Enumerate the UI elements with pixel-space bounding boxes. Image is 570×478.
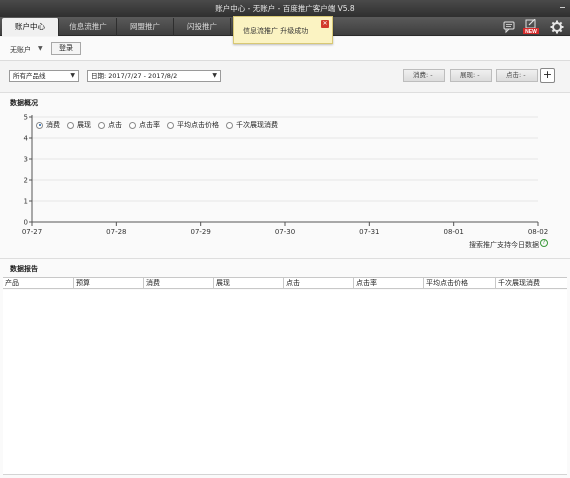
column-header-clicks[interactable]: 点击	[283, 278, 353, 289]
chevron-down-icon: ▼	[70, 72, 75, 79]
report-table-body	[3, 290, 567, 475]
login-button[interactable]: 登录	[51, 42, 81, 55]
radio-icon[interactable]	[67, 121, 74, 129]
radio-icon[interactable]	[129, 121, 136, 129]
column-header-cpm[interactable]: 千次展现消费	[495, 278, 567, 289]
radio-icon[interactable]	[98, 121, 105, 129]
window-title: 账户中心 - 无账户 - 百度推广客户端 V5.8	[215, 4, 355, 13]
column-header-budget[interactable]: 预算	[73, 278, 143, 289]
x-tick-label: 07-29	[190, 228, 210, 236]
column-header-product[interactable]: 产品	[3, 278, 73, 289]
title-bar: 账户中心 - 无账户 - 百度推广客户端 V5.8	[0, 0, 570, 17]
message-icon[interactable]	[501, 19, 517, 34]
radio-icon[interactable]	[167, 121, 174, 129]
column-header-avg-cpc[interactable]: 平均点击价格	[423, 278, 495, 289]
x-tick-label: 08-01	[443, 228, 463, 236]
legend-item-cost[interactable]: 消费	[36, 120, 60, 130]
legend-label: 千次展现消费	[236, 121, 278, 129]
tab-flash-promotion[interactable]: 闪投推广	[174, 18, 231, 36]
y-tick-label: 5	[24, 114, 28, 122]
chevron-down-icon: ▼	[212, 72, 217, 79]
metric-cost-button[interactable]: 消费: -	[403, 69, 445, 82]
x-tick-label: 07-27	[22, 228, 42, 236]
window-controls	[559, 2, 566, 9]
legend-item-impressions[interactable]: 展现	[67, 120, 91, 130]
x-tick-label: 07-28	[106, 228, 126, 236]
legend-label: 点击率	[139, 121, 160, 129]
metric-impressions-button[interactable]: 展现: -	[450, 69, 492, 82]
account-selector[interactable]: 无账户	[10, 45, 31, 55]
chevron-down-icon[interactable]: ▼	[38, 45, 43, 52]
today-data-note: 搜索推广支持今日数据	[469, 241, 539, 249]
legend-label: 点击	[108, 121, 122, 129]
x-tick-label: 08-02	[528, 228, 548, 236]
gear-icon[interactable]	[549, 19, 565, 34]
legend-label: 消费	[46, 121, 60, 129]
metric-clicks-button[interactable]: 点击: -	[496, 69, 538, 82]
filter-bar: 所有产品线 ▼ 日期: 2017/7/27 - 2017/8/2 ▼ 消费: -…	[0, 62, 570, 90]
column-header-impressions[interactable]: 展现	[213, 278, 283, 289]
product-line-select[interactable]: 所有产品线 ▼	[9, 70, 79, 82]
legend-label: 平均点击价格	[177, 121, 219, 129]
minimize-icon[interactable]	[559, 2, 566, 9]
y-tick-label: 4	[24, 135, 29, 143]
radio-icon[interactable]	[226, 121, 233, 129]
product-line-value: 所有产品线	[13, 72, 46, 80]
y-tick-label: 0	[24, 219, 28, 227]
column-header-cost[interactable]: 消费	[143, 278, 213, 289]
y-tick-label: 3	[24, 156, 28, 164]
notification-toast: 信息流推广 升级成功 ✕	[233, 16, 333, 44]
legend-item-clicks[interactable]: 点击	[98, 120, 122, 130]
chart-legend: 消费 展现 点击 点击率 平均点击价格 千次展现消费	[36, 120, 278, 130]
x-tick-label: 07-30	[275, 228, 295, 236]
legend-item-cpm[interactable]: 千次展现消费	[226, 120, 278, 130]
report-table-header: 产品 预算 消费 展现 点击 点击率 平均点击价格 千次展现消费	[3, 277, 567, 289]
x-tick-label: 07-31	[359, 228, 379, 236]
svg-text:NEW: NEW	[525, 29, 537, 34]
tab-network-promotion[interactable]: 网盟推广	[117, 18, 174, 36]
new-feature-icon[interactable]: NEW	[523, 19, 539, 34]
add-metric-button[interactable]: +	[540, 68, 555, 83]
y-tick-label: 1	[24, 198, 28, 206]
column-header-ctr[interactable]: 点击率	[353, 278, 423, 289]
close-icon[interactable]: ✕	[321, 20, 329, 28]
y-tick-label: 2	[24, 177, 28, 185]
tab-feed-promotion[interactable]: 信息流推广	[60, 18, 117, 36]
date-range-value: 日期: 2017/7/27 - 2017/8/2	[91, 72, 178, 80]
date-range-select[interactable]: 日期: 2017/7/27 - 2017/8/2 ▼	[87, 70, 221, 82]
legend-item-ctr[interactable]: 点击率	[129, 120, 160, 130]
toast-message: 信息流推广 升级成功	[243, 27, 309, 35]
tab-account-center[interactable]: 账户中心	[2, 18, 59, 36]
help-icon[interactable]: ?	[540, 239, 548, 247]
legend-item-avg-cpc[interactable]: 平均点击价格	[167, 120, 219, 130]
report-title: 数据报告	[10, 265, 38, 273]
radio-icon[interactable]	[36, 121, 43, 129]
legend-label: 展现	[77, 121, 91, 129]
